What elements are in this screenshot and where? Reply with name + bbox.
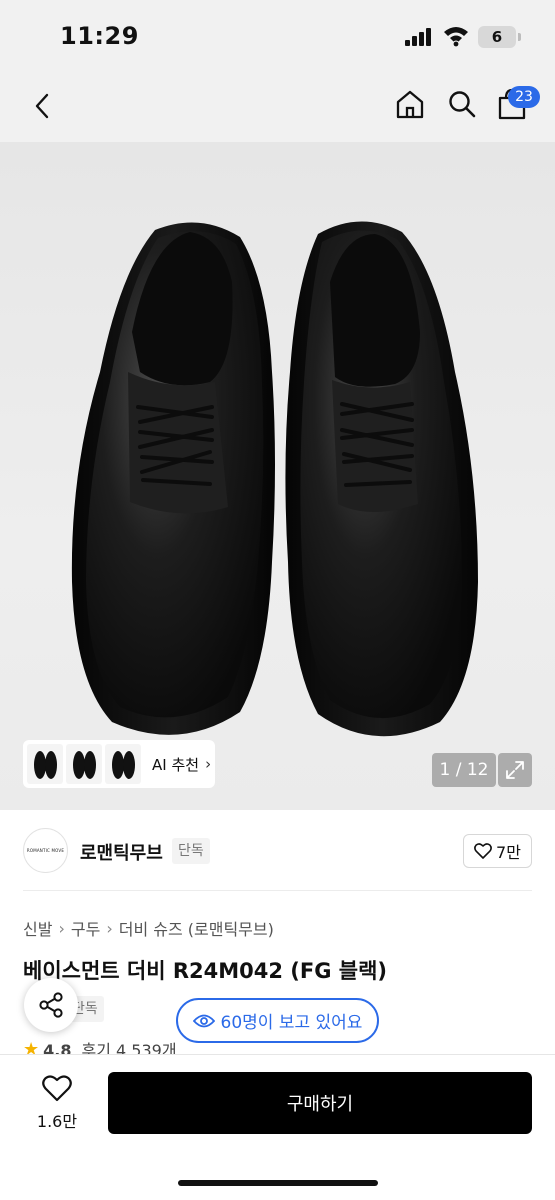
chevron-right-icon: › xyxy=(205,755,212,773)
breadcrumb-item[interactable]: 구두 xyxy=(71,916,100,940)
search-icon xyxy=(449,91,476,118)
home-button[interactable] xyxy=(390,84,430,124)
thumbnail[interactable] xyxy=(105,744,141,784)
rating-value: 4.8 xyxy=(43,1041,72,1055)
ai-recommend-strip[interactable]: AI 추천 › xyxy=(23,740,215,788)
product-image xyxy=(71,221,478,737)
heart-icon xyxy=(474,843,492,859)
share-icon xyxy=(39,992,63,1018)
product-image-carousel[interactable]: AI 추천 › 1 / 12 xyxy=(0,142,555,810)
buy-button[interactable]: 구매하기 xyxy=(108,1072,532,1134)
live-viewers-badge: 60명이 보고 있어요 xyxy=(176,998,379,1043)
product-title: 베이스먼트 더비 R24M042 (FG 블랙) xyxy=(23,959,388,983)
seller-name[interactable]: 로맨틱무브 xyxy=(80,839,163,865)
top-nav-bar xyxy=(0,72,555,142)
seller-logo[interactable]: ROMANTIC MOVE xyxy=(23,828,68,873)
back-button[interactable] xyxy=(22,86,62,126)
wifi-icon xyxy=(443,25,469,47)
expand-icon xyxy=(506,761,524,779)
share-button[interactable] xyxy=(24,978,78,1032)
seller-logo-text: ROMANTIC MOVE xyxy=(26,848,65,853)
wishlist-count: 1.6만 xyxy=(36,1112,78,1131)
status-bar: 11:29 6 xyxy=(0,0,555,72)
status-time: 11:29 xyxy=(60,22,139,50)
home-indicator xyxy=(178,1180,378,1186)
cellular-signal-icon xyxy=(405,28,435,46)
battery-icon xyxy=(518,33,521,41)
chevron-left-icon xyxy=(35,93,49,119)
battery-level: 6 xyxy=(478,26,516,48)
breadcrumb: 신발 › 구두 › 더비 슈즈 (로맨틱무브) xyxy=(23,916,274,940)
thumbnail[interactable] xyxy=(66,744,102,784)
chevron-right-icon: › xyxy=(58,918,65,938)
rating-row[interactable]: ★ 4.8 후기 4,539개 xyxy=(23,1041,177,1055)
seller-like-button[interactable]: 7만 xyxy=(463,834,532,868)
home-icon xyxy=(396,90,424,119)
expand-image-button[interactable] xyxy=(498,753,532,787)
breadcrumb-item[interactable]: 더비 슈즈 (로맨틱무브) xyxy=(119,916,274,940)
image-page-counter: 1 / 12 xyxy=(432,753,496,787)
heart-icon xyxy=(42,1075,72,1102)
divider xyxy=(23,890,532,891)
wishlist-button[interactable]: 1.6만 xyxy=(30,1075,84,1135)
ai-recommend-label: AI 추천 xyxy=(152,755,200,774)
eye-icon xyxy=(192,1014,215,1027)
chevron-right-icon: › xyxy=(106,918,113,938)
review-count: 후기 4,539개 xyxy=(81,1041,177,1055)
breadcrumb-item[interactable]: 신발 xyxy=(23,916,52,940)
exclusive-badge: 단독 xyxy=(172,838,210,864)
live-viewers-text: 60명이 보고 있어요 xyxy=(220,1013,363,1033)
cart-count-badge: 23 xyxy=(508,86,540,108)
thumbnail[interactable] xyxy=(27,744,63,784)
seller-like-count: 7만 xyxy=(496,843,521,862)
search-button[interactable] xyxy=(442,84,482,124)
star-icon: ★ xyxy=(23,1041,40,1055)
